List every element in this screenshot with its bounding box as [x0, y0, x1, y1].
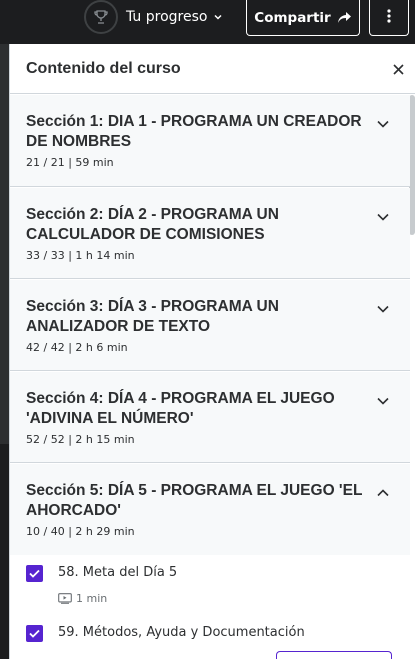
section-title: Sección 5: DÍA 5 - PROGRAMA EL JUEGO 'EL…: [26, 482, 363, 519]
lecture-meta: 1 min: [58, 592, 107, 605]
lecture-checkbox[interactable]: [26, 565, 43, 582]
chevron-down-icon: [376, 302, 390, 316]
top-bar: Tu progreso Compartir: [0, 0, 415, 42]
video-icon: [58, 593, 72, 604]
checkmark-icon: [29, 569, 40, 578]
section-2[interactable]: Sección 2: DÍA 2 - PROGRAMA UN CALCULADO…: [10, 188, 410, 279]
close-icon: [392, 60, 404, 79]
checkmark-icon: [29, 629, 40, 638]
progress-dropdown[interactable]: Tu progreso: [84, 0, 223, 34]
vertical-dots-icon: [387, 8, 391, 27]
lecture-checkbox[interactable]: [26, 625, 43, 642]
lecture-title: 58. Meta del Día 5: [58, 565, 178, 580]
share-button[interactable]: Compartir: [246, 0, 360, 36]
section-title: Sección 1: DIA 1 - PROGRAMA UN CREADOR D…: [26, 113, 362, 150]
lecture-duration: 1 min: [76, 592, 108, 605]
lecture-title: 59. Métodos, Ayuda y Documentación: [58, 625, 305, 640]
section-title: Sección 4: DÍA 4 - PROGRAMA EL JUEGO 'AD…: [26, 390, 335, 427]
video-area-edge: [0, 44, 9, 444]
chevron-down-icon: [213, 12, 223, 22]
section-title: Sección 2: DÍA 2 - PROGRAMA UN CALCULADO…: [26, 206, 279, 243]
section-meta: 33 / 33 | 1 h 14 min: [26, 249, 135, 262]
section-meta: 52 / 52 | 2 h 15 min: [26, 433, 135, 446]
share-arrow-icon: [337, 11, 352, 24]
chevron-up-icon: [376, 486, 390, 500]
section-1[interactable]: Sección 1: DIA 1 - PROGRAMA UN CREADOR D…: [10, 95, 410, 187]
drawer-title: Contenido del curso: [26, 59, 181, 77]
chevron-down-icon: [376, 210, 390, 224]
section-meta: 21 / 21 | 59 min: [26, 156, 114, 169]
chevron-down-icon: [376, 394, 390, 408]
course-content-drawer: Contenido del curso Sección 1: DIA 1 - P…: [9, 44, 415, 659]
section-3[interactable]: Sección 3: DÍA 3 - PROGRAMA UN ANALIZADO…: [10, 280, 410, 371]
progress-label: Tu progreso: [126, 9, 208, 25]
resources-button[interactable]: [276, 651, 392, 659]
section-4[interactable]: Sección 4: DÍA 4 - PROGRAMA EL JUEGO 'AD…: [10, 372, 410, 463]
chevron-down-icon: [376, 117, 390, 131]
section-5[interactable]: Sección 5: DÍA 5 - PROGRAMA EL JUEGO 'EL…: [10, 464, 410, 555]
section-title: Sección 3: DÍA 3 - PROGRAMA UN ANALIZADO…: [26, 298, 279, 335]
lecture-item[interactable]: 58. Meta del Día 5 1 min: [10, 555, 410, 615]
close-button[interactable]: [387, 58, 409, 80]
drawer-header: Contenido del curso: [10, 44, 415, 94]
section-meta: 10 / 40 | 2 h 29 min: [26, 525, 135, 538]
more-options-button[interactable]: [369, 0, 409, 36]
share-button-label: Compartir: [254, 9, 331, 26]
trophy-icon: [84, 0, 118, 34]
section-meta: 42 / 42 | 2 h 6 min: [26, 341, 128, 354]
